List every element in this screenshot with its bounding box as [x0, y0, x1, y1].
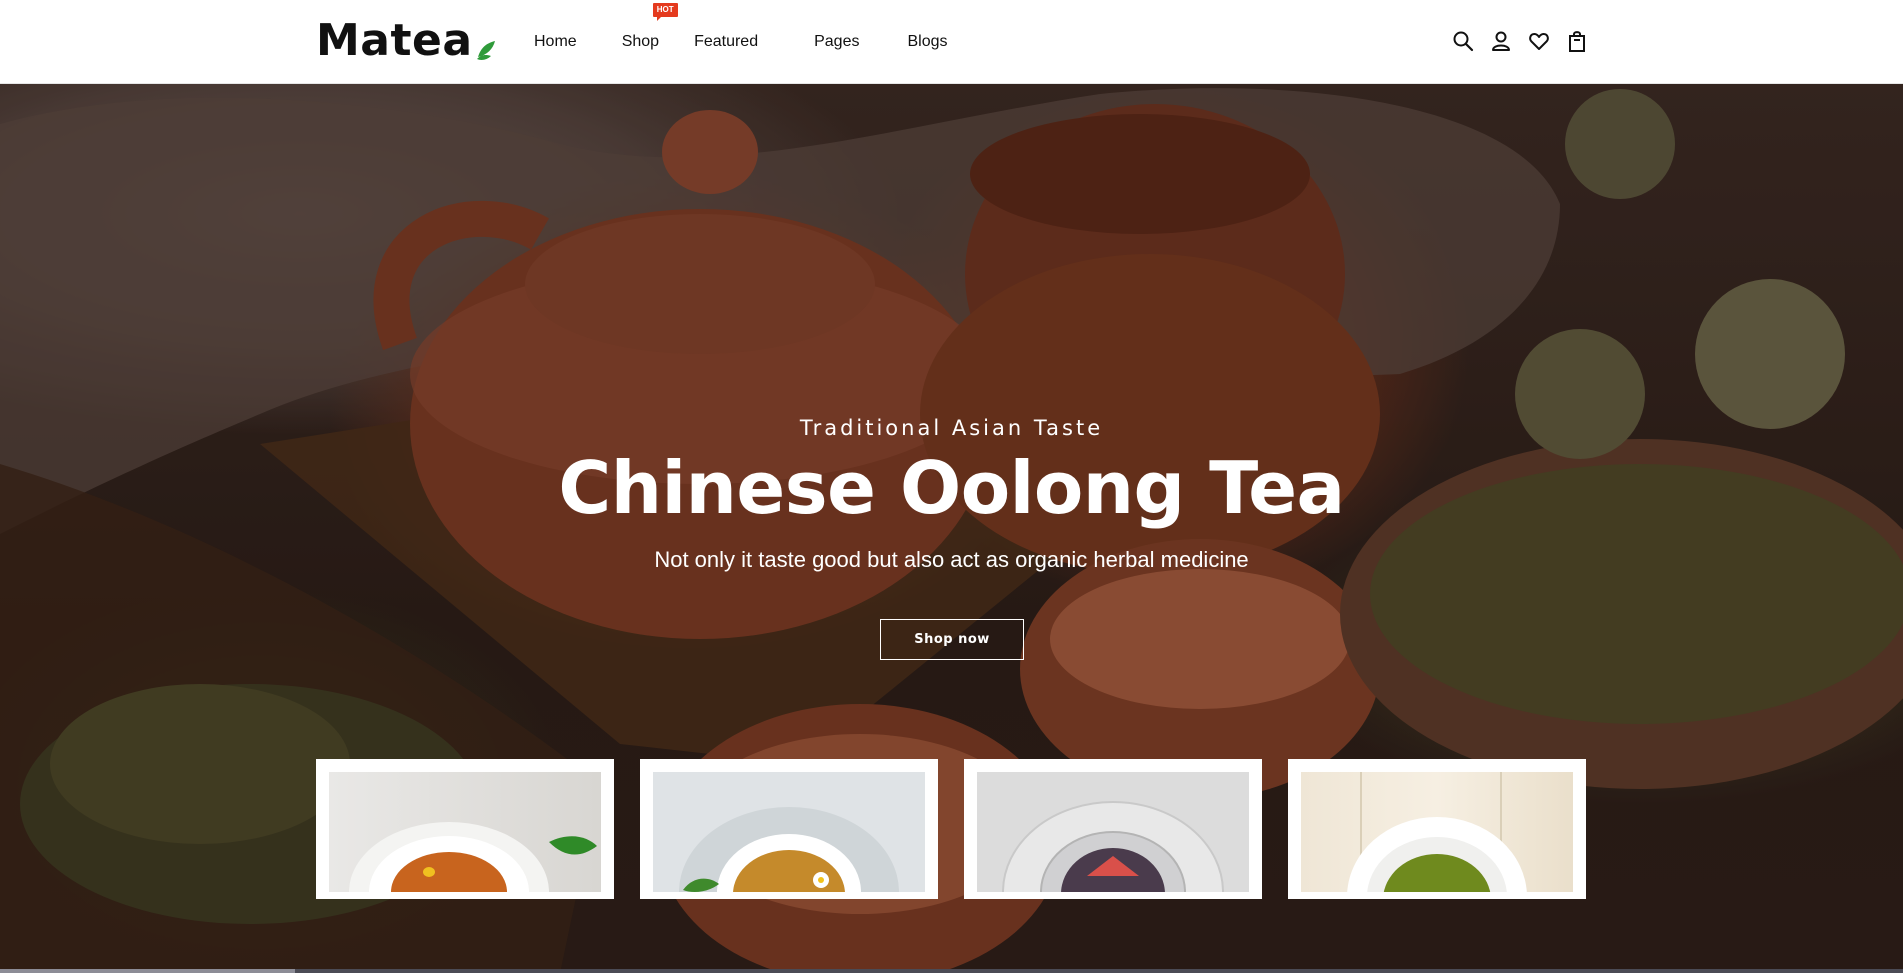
product-card-1[interactable]: [316, 759, 614, 899]
product-card-3[interactable]: [964, 759, 1262, 899]
nav-featured[interactable]: Featured: [694, 33, 758, 51]
nav-shop-label: Shop: [621, 33, 660, 50]
product-image-2: [653, 772, 925, 892]
nav-pages[interactable]: Pages: [814, 33, 859, 51]
shop-now-button[interactable]: Shop now: [880, 619, 1024, 660]
horizontal-scrollbar-thumb[interactable]: [0, 969, 295, 973]
brand-name: Matea: [316, 14, 473, 66]
brand-logo[interactable]: Matea: [316, 14, 497, 66]
nav-home[interactable]: Home: [534, 33, 577, 51]
product-card-2[interactable]: [640, 759, 938, 899]
wishlist-heart-icon[interactable]: [1526, 28, 1551, 54]
hero-title: Chinese Oolong Tea: [558, 446, 1345, 530]
main-nav: Home Shop HOT Featured Pages Blogs: [534, 0, 993, 84]
product-image-3: [977, 772, 1249, 892]
product-image-1: [329, 772, 601, 892]
shopping-bag-icon[interactable]: [1564, 28, 1589, 54]
site-header: Matea Home Shop HOT Featured Pages Blogs: [0, 0, 1903, 84]
nav-shop[interactable]: Shop HOT: [621, 3, 678, 51]
nav-blogs[interactable]: Blogs: [907, 33, 947, 51]
product-card-4[interactable]: [1288, 759, 1586, 899]
header-actions: [1450, 28, 1589, 54]
leaf-icon: [475, 25, 497, 60]
hot-badge: HOT: [652, 3, 678, 21]
search-icon[interactable]: [1450, 28, 1475, 54]
account-icon[interactable]: [1488, 28, 1513, 54]
hero-banner: Traditional Asian Taste Chinese Oolong T…: [0, 84, 1903, 973]
hero-description: Not only it taste good but also act as o…: [654, 547, 1249, 572]
product-image-4: [1301, 772, 1573, 892]
hero-subtitle: Traditional Asian Taste: [799, 416, 1104, 440]
